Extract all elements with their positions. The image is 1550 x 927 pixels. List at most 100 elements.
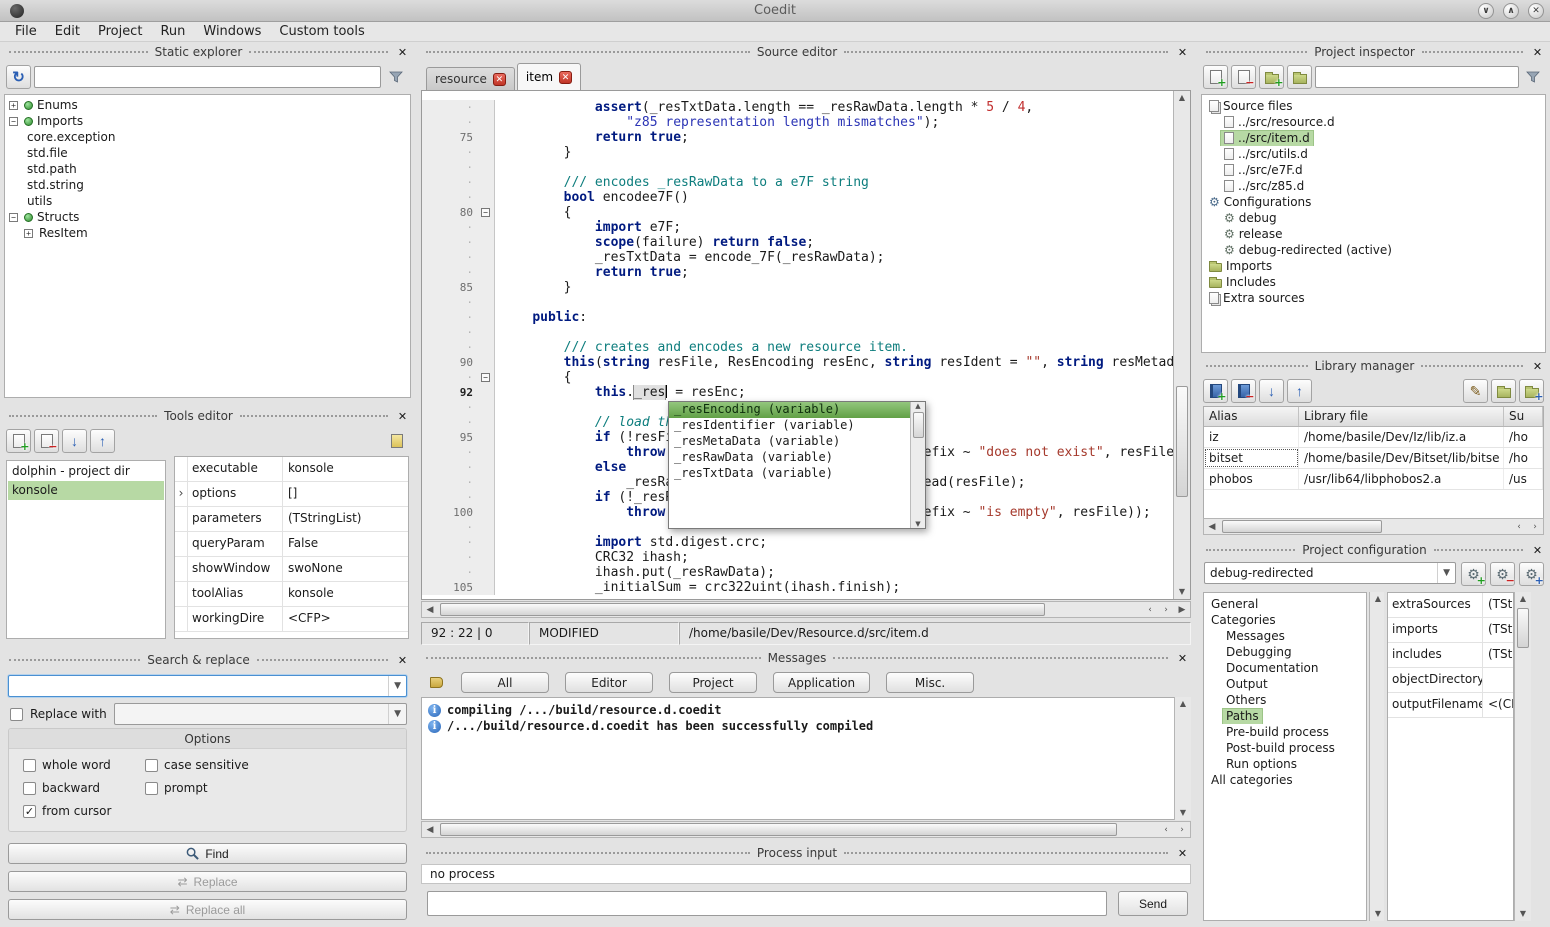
- tree-item[interactable]: Configurations: [1202, 194, 1545, 210]
- replace-with-checkbox[interactable]: [10, 708, 23, 721]
- properties-scrollbar[interactable]: ▲ ▼: [1514, 592, 1531, 921]
- tree-item[interactable]: ../src/e7F.d: [1202, 162, 1545, 178]
- tree-item[interactable]: Extra sources: [1202, 290, 1545, 306]
- library-row[interactable]: iz/home/basile/Dev/Iz/lib/iz.a/ho: [1204, 427, 1543, 448]
- checkbox[interactable]: [23, 759, 36, 772]
- scroll-right-icon[interactable]: ▶: [1174, 605, 1190, 615]
- panel-close-icon[interactable]: ✕: [1530, 46, 1545, 59]
- tree-item[interactable]: std.file: [5, 145, 410, 161]
- completion-item[interactable]: _resEncoding (variable): [669, 402, 910, 418]
- tree-item[interactable]: −Imports: [5, 113, 410, 129]
- edit-library-button[interactable]: ✎: [1463, 379, 1488, 403]
- property-value[interactable]: []: [283, 482, 408, 506]
- remove-configuration-button[interactable]: ⚙−: [1490, 562, 1515, 586]
- tree-item[interactable]: core.exception: [5, 129, 410, 145]
- fold-gutter[interactable]: −: [478, 205, 495, 220]
- add-folder-button[interactable]: +: [1259, 65, 1284, 89]
- completion-scrollbar[interactable]: ▲ ▼: [910, 402, 925, 528]
- scroll-up-icon[interactable]: ▲: [1515, 592, 1531, 606]
- tree-item[interactable]: ../src/item.d: [1202, 130, 1545, 146]
- scroll-down-icon[interactable]: ▼: [1370, 907, 1386, 921]
- tree-item[interactable]: Pre-build process: [1204, 724, 1366, 740]
- message-row[interactable]: i/.../build/resource.d.coedit has been s…: [428, 718, 1184, 734]
- tree-item[interactable]: Paths: [1204, 708, 1366, 724]
- tab-resource[interactable]: resource ✕: [426, 67, 515, 90]
- tree-item[interactable]: General: [1204, 596, 1366, 612]
- tree-item[interactable]: std.path: [5, 161, 410, 177]
- menu-item-windows[interactable]: Windows: [194, 23, 270, 40]
- panel-close-icon[interactable]: ✕: [395, 410, 410, 423]
- remove-tool-button[interactable]: −: [34, 429, 59, 453]
- tree-item[interactable]: Run options: [1204, 756, 1366, 772]
- tree-item[interactable]: Messages: [1204, 628, 1366, 644]
- window-shade-button[interactable]: ∨: [1478, 3, 1494, 19]
- menu-item-project[interactable]: Project: [89, 23, 151, 40]
- send-button[interactable]: Send: [1118, 891, 1188, 916]
- panel-close-icon[interactable]: ✕: [395, 654, 410, 667]
- property-row[interactable]: executablekonsole: [175, 457, 408, 482]
- tree-item[interactable]: +Enums: [5, 97, 410, 113]
- menu-item-custom-tools[interactable]: Custom tools: [270, 23, 373, 40]
- library-row[interactable]: phobos/usr/lib64/libphobos2.a/us: [1204, 469, 1543, 490]
- configuration-select[interactable]: debug-redirected ▼: [1204, 562, 1456, 584]
- property-value[interactable]: (TStringList): [1483, 593, 1513, 617]
- tree-item[interactable]: ../src/z85.d: [1202, 178, 1545, 194]
- tree-item[interactable]: −Structs: [5, 209, 410, 225]
- tree-item[interactable]: debug-redirected (active): [1202, 242, 1545, 258]
- scroll-up-icon[interactable]: ▲: [915, 402, 920, 410]
- code-editor[interactable]: · assert(_resTxtData.length == _resRawDa…: [421, 90, 1191, 600]
- messages-filter-editor[interactable]: Editor: [565, 672, 653, 693]
- property-row[interactable]: includes(TStringList): [1388, 643, 1513, 668]
- add-tool-button[interactable]: +: [6, 429, 31, 453]
- move-library-down-button[interactable]: ↓: [1259, 379, 1284, 403]
- add-configuration-button[interactable]: ⚙+: [1461, 562, 1486, 586]
- tree-item[interactable]: ../src/utils.d: [1202, 146, 1545, 162]
- tree-item[interactable]: debug: [1202, 210, 1545, 226]
- tab-close-icon[interactable]: ✕: [559, 71, 572, 84]
- collapse-icon[interactable]: −: [9, 213, 18, 222]
- property-value[interactable]: False: [283, 532, 408, 556]
- scroll-left-icon[interactable]: ◀: [1204, 522, 1220, 532]
- panel-close-icon[interactable]: ✕: [395, 46, 410, 59]
- property-row[interactable]: queryParamFalse: [175, 532, 408, 557]
- scroll-up-icon[interactable]: ▲: [1175, 697, 1191, 711]
- scroll-down-icon[interactable]: ▼: [1174, 585, 1190, 599]
- tree-item[interactable]: utils: [5, 193, 410, 209]
- editor-vertical-scrollbar[interactable]: ▲ ▼: [1173, 91, 1190, 599]
- library-horizontal-scrollbar[interactable]: ◀ ‹ ›: [1203, 518, 1544, 535]
- tree-item[interactable]: Debugging: [1204, 644, 1366, 660]
- search-term-combo[interactable]: ▼: [8, 675, 407, 697]
- property-row[interactable]: toolAliaskonsole: [175, 582, 408, 607]
- scroll-down-icon[interactable]: ▼: [1175, 806, 1191, 820]
- open-folder-button[interactable]: [1287, 65, 1312, 89]
- property-value[interactable]: (TStringList): [1483, 618, 1513, 642]
- page-right-icon[interactable]: ›: [1174, 825, 1190, 835]
- property-value[interactable]: <(CPO>: [1483, 693, 1513, 717]
- tab-close-icon[interactable]: ✕: [493, 73, 506, 86]
- tree-item[interactable]: Documentation: [1204, 660, 1366, 676]
- tab-item[interactable]: item ✕: [517, 63, 581, 90]
- property-value[interactable]: [1483, 668, 1513, 692]
- message-list[interactable]: icompiling /.../build/resource.d.coediti…: [421, 697, 1191, 820]
- tool-item[interactable]: dolphin - project dir: [8, 462, 164, 481]
- property-row[interactable]: imports(TStringList): [1388, 618, 1513, 643]
- add-source-button[interactable]: +: [1203, 65, 1228, 89]
- option-whole-word[interactable]: whole word: [23, 758, 145, 772]
- categories-scrollbar[interactable]: ▲ ▼: [1369, 592, 1384, 921]
- messages-filter-misc[interactable]: Misc.: [886, 672, 974, 693]
- process-input-field[interactable]: [427, 891, 1107, 916]
- message-row[interactable]: icompiling /.../build/resource.d.coedit: [428, 702, 1184, 718]
- tree-item[interactable]: +ResItem: [5, 225, 410, 241]
- completion-item[interactable]: _resMetaData (variable): [669, 434, 910, 450]
- add-library-button[interactable]: +: [1203, 379, 1228, 403]
- page-left-icon[interactable]: ‹: [1511, 522, 1527, 532]
- property-row[interactable]: objectDirectory: [1388, 668, 1513, 693]
- refresh-symbols-button[interactable]: ↻: [6, 65, 31, 89]
- messages-horizontal-scrollbar[interactable]: ◀ ‹ ›: [421, 821, 1191, 838]
- property-row[interactable]: parameters(TStringList): [175, 507, 408, 532]
- titlebar[interactable]: Coedit ∨ ∧ ✕: [0, 0, 1550, 22]
- tree-item[interactable]: Output: [1204, 676, 1366, 692]
- page-left-icon[interactable]: ‹: [1142, 605, 1158, 615]
- window-maximize-button[interactable]: ∧: [1503, 3, 1519, 19]
- panel-close-icon[interactable]: ✕: [1175, 847, 1190, 860]
